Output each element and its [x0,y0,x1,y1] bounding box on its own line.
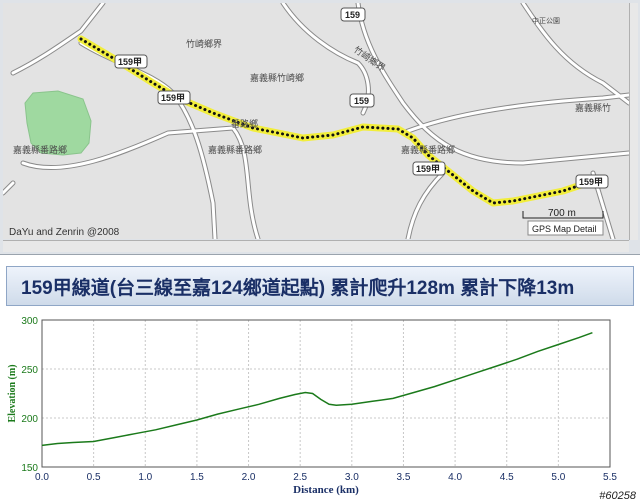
x-tick-label-7: 3.5 [397,472,411,483]
svg-text:159甲: 159甲 [161,93,185,103]
shield-159jia-1: 159甲 [114,54,148,69]
shield-159jia-2: 159甲 [157,90,191,105]
map-source-label: GPS Map Detail [527,220,604,236]
chart-title-bar: 159甲線道(台三線至嘉124鄉道起點) 累計爬升128m 累計下降13m [6,266,634,306]
x-tick-labels: 0.0 0.5 1.0 1.5 2.0 2.5 3.0 3.5 4.0 4.5 5.0 5.5 [35,472,617,483]
label-park: 中正公園 [532,16,560,25]
x-tick-label-9: 4.5 [500,472,514,483]
chart-title: 159甲線道(台三線至嘉124鄉道起點) 累計爬升128m 累計下降13m [21,278,575,299]
label-tingtse-village-top: 竹崎鄉界 [186,38,222,49]
label-jiayi-fanlu-right: 嘉義縣番路鄉 [401,144,455,155]
label-jiayi-zhuqi: 嘉義縣竹崎鄉 [250,72,304,83]
x-tick-label-3: 1.5 [190,472,204,483]
label-jiayi-zhuqi-right: 嘉義縣竹 [575,102,611,113]
shield-159jia-3: 159甲 [412,161,446,176]
chart-grid [41,319,611,468]
svg-text:159甲: 159甲 [579,177,603,187]
label-jiayi-fanlu-center: 嘉義縣番路鄉 [208,144,262,155]
x-tick-label-11: 5.5 [603,472,617,483]
map-panel[interactable]: 竹崎鄉界 嘉義縣竹崎鄉 番路鄉 嘉義縣番路鄉 嘉義縣番路鄉 嘉義縣番路鄉 竹崎鄉… [0,0,640,255]
plot-area-frame [41,319,611,468]
map-canvas[interactable]: 竹崎鄉界 嘉義縣竹崎鄉 番路鄉 嘉義縣番路鄉 嘉義縣番路鄉 嘉義縣番路鄉 竹崎鄉… [3,3,629,239]
svg-text:700 m: 700 m [548,208,576,219]
shield-159-mid: 159 [349,93,375,108]
map-copyright: DaYu and Zenrin @2008 [9,227,120,238]
svg-text:159甲: 159甲 [118,57,142,67]
shield-159jia-4: 159甲 [575,174,609,189]
y-tick-label-2: 250 [21,365,38,376]
x-axis-label: Distance (km) [293,484,359,496]
svg-text:GPS Map Detail: GPS Map Detail [532,224,597,234]
x-tick-label-5: 2.5 [293,472,307,483]
elevation-profile-chart: 150200250300 0.0 0.5 1.0 1.5 2.0 2.5 3.0 3.5 4.0… [7,316,617,496]
map-horizontal-scrollbar[interactable] [3,240,629,252]
label-jiayi-fanlu-left: 嘉義縣番路鄉 [13,144,67,155]
y-tick-labels: 150200250300 [21,316,38,474]
x-tick-label-8: 4.0 [448,472,462,483]
svg-text:159: 159 [354,96,369,106]
x-tick-label-6: 3.0 [345,472,359,483]
y-tick-label-3: 300 [21,316,38,327]
svg-text:159甲: 159甲 [416,164,440,174]
y-axis-label: Elevation (m) [7,364,18,422]
x-tick-label-10: 5.0 [551,472,565,483]
x-tick-label-0: 0.0 [35,472,49,483]
svg-text:159: 159 [345,10,360,20]
elevation-series-line [41,331,593,447]
x-tick-label-4: 2.0 [242,472,256,483]
map-vertical-scrollbar[interactable] [629,3,638,240]
x-tick-label-1: 0.5 [87,472,101,483]
x-tick-label-2: 1.0 [138,472,152,483]
y-tick-label-1: 200 [21,414,38,425]
watermark: #60258 [599,490,636,502]
shield-159-top: 159 [340,7,366,22]
label-fanlu-north: 番路鄉 [231,118,258,129]
